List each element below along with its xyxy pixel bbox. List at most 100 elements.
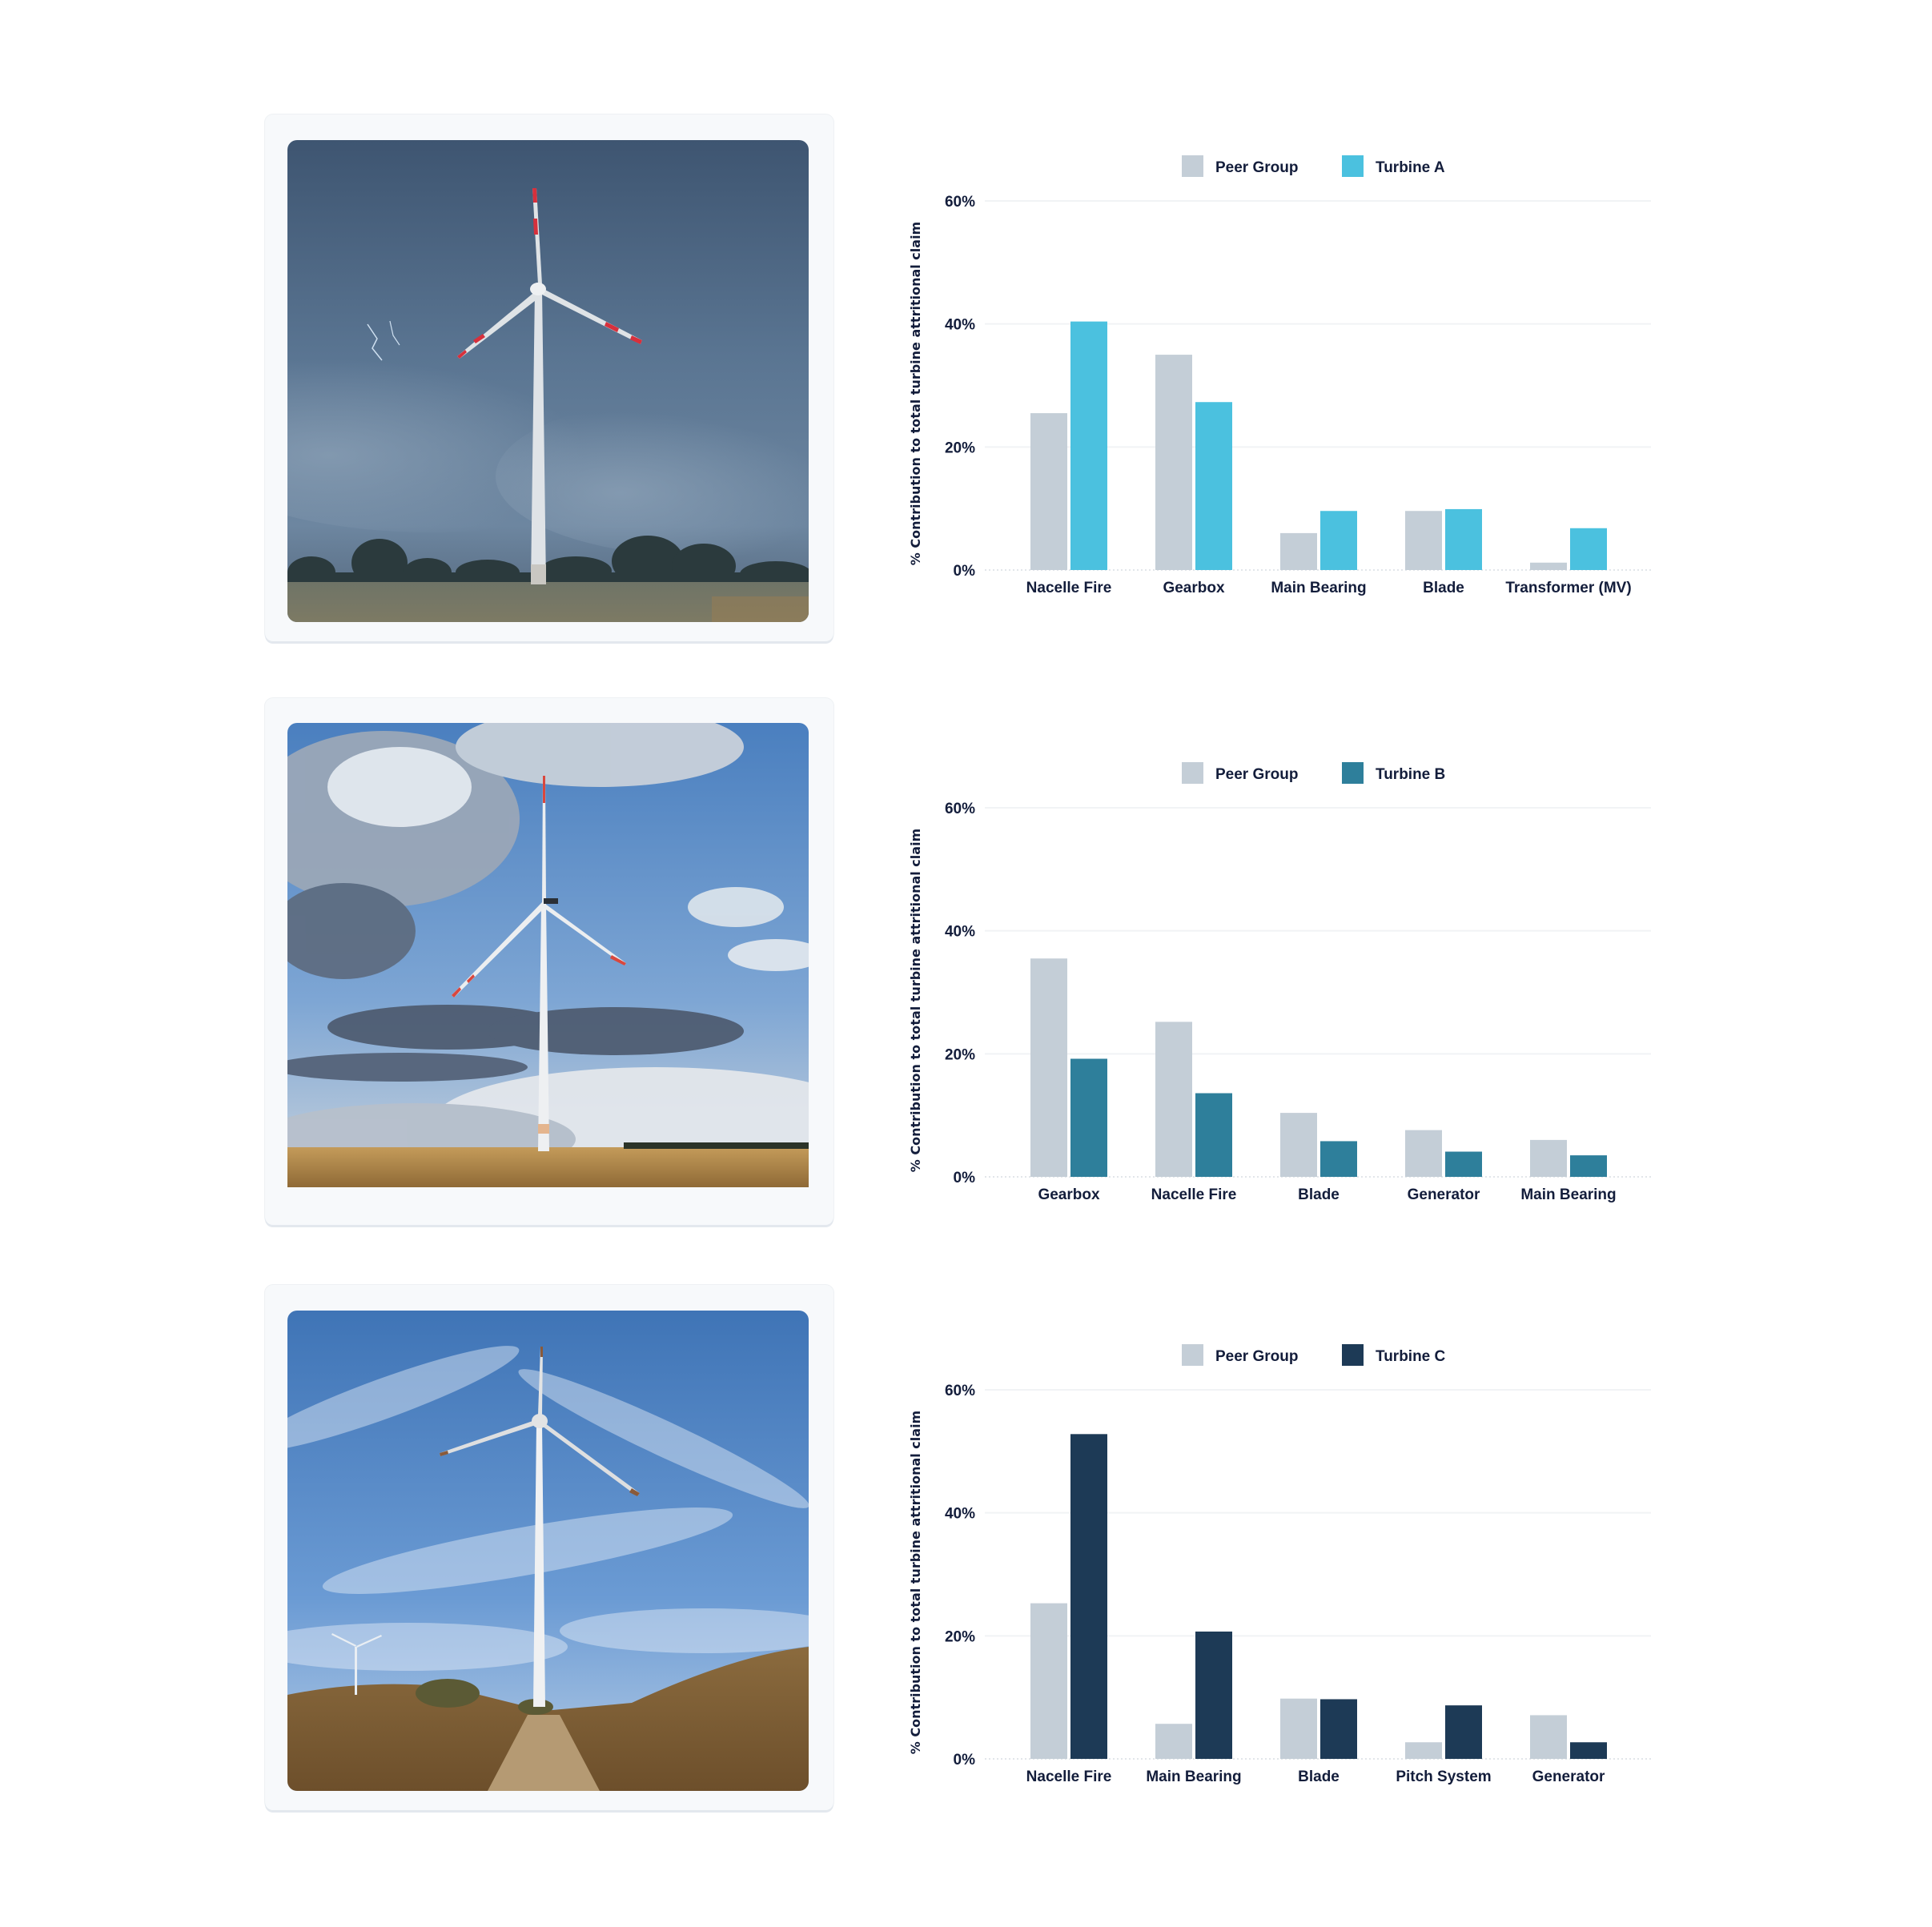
legend-swatch bbox=[1342, 762, 1364, 784]
y-tick-label: 20% bbox=[945, 1628, 975, 1645]
bar-peer-group bbox=[1530, 1715, 1567, 1759]
y-axis-title: % Contribution to total turbine attritio… bbox=[908, 829, 923, 1172]
legend-item: Peer Group bbox=[1182, 762, 1298, 784]
bar-peer-group bbox=[1530, 1139, 1567, 1177]
y-tick-label: 0% bbox=[954, 1170, 976, 1186]
bar-group bbox=[1155, 355, 1232, 570]
turbine-c-photo bbox=[287, 1311, 809, 1791]
legend: Peer Group Turbine A bbox=[1182, 155, 1445, 177]
bar-turbine-b bbox=[1570, 1155, 1607, 1177]
bar-turbine-a bbox=[1320, 511, 1357, 570]
legend-label: Turbine A bbox=[1376, 159, 1445, 176]
bar-chart-turbine-c: Peer Group Turbine C % Contribution to tot… bbox=[905, 1309, 1705, 1805]
bar-group bbox=[1405, 1130, 1482, 1177]
bar-chart-turbine-b: Peer Group Turbine B % Contribution to tot… bbox=[905, 727, 1705, 1223]
bar-turbine-a bbox=[1070, 321, 1107, 570]
x-tick-label: Gearbox bbox=[1038, 1186, 1100, 1203]
bar-peer-group bbox=[1280, 1698, 1317, 1759]
turbine-a-photo bbox=[287, 140, 809, 622]
legend-item: Turbine C bbox=[1342, 1344, 1446, 1366]
bar-peer-group bbox=[1530, 562, 1567, 570]
bar-turbine-b bbox=[1445, 1151, 1482, 1177]
legend-label: Peer Group bbox=[1215, 766, 1298, 783]
legend-label: Peer Group bbox=[1215, 159, 1298, 176]
y-tick-label: 60% bbox=[945, 1383, 975, 1399]
bar-turbine-b bbox=[1320, 1141, 1357, 1177]
y-tick-label: 20% bbox=[945, 440, 975, 456]
legend-swatch bbox=[1342, 155, 1364, 177]
legend-label: Turbine C bbox=[1376, 1348, 1446, 1365]
x-tick-label: Main Bearing bbox=[1146, 1768, 1241, 1785]
bar-group bbox=[1405, 508, 1482, 570]
bar-peer-group bbox=[1405, 511, 1442, 570]
y-tick-label: 0% bbox=[954, 1752, 976, 1768]
bar-turbine-c bbox=[1195, 1631, 1232, 1759]
bar-group bbox=[1530, 528, 1607, 570]
bar-group bbox=[1280, 1113, 1357, 1177]
y-tick-label: 40% bbox=[945, 317, 975, 334]
bar-turbine-c bbox=[1445, 1705, 1482, 1759]
chart-svg: Peer Group Turbine C % Contribution to tot… bbox=[908, 1344, 1651, 1785]
photo-card-turbine-a bbox=[265, 114, 833, 641]
x-tick-label: Generator bbox=[1532, 1768, 1605, 1785]
x-tick-label: Gearbox bbox=[1163, 580, 1225, 596]
legend-label: Turbine B bbox=[1376, 766, 1445, 783]
x-tick-label: Blade bbox=[1298, 1768, 1340, 1785]
legend-swatch bbox=[1182, 1344, 1203, 1366]
x-tick-label: Pitch System bbox=[1396, 1768, 1491, 1785]
bar-peer-group bbox=[1405, 1742, 1442, 1759]
x-tick-label: Nacelle Fire bbox=[1026, 580, 1112, 596]
legend: Peer Group Turbine C bbox=[1182, 1344, 1446, 1366]
bar-turbine-b bbox=[1070, 1058, 1107, 1177]
bar-turbine-b bbox=[1195, 1093, 1232, 1177]
y-tick-label: 40% bbox=[945, 1506, 975, 1523]
bar-peer-group bbox=[1030, 1603, 1067, 1759]
bar-group bbox=[1280, 511, 1357, 570]
turbine-b-photo bbox=[287, 723, 809, 1187]
bar-group bbox=[1030, 321, 1107, 570]
y-axis-title: % Contribution to total turbine attritio… bbox=[908, 1411, 923, 1754]
x-tick-label: Generator bbox=[1408, 1186, 1480, 1203]
legend-item: Peer Group bbox=[1182, 155, 1298, 177]
x-tick-label: Main Bearing bbox=[1271, 580, 1366, 596]
legend-swatch bbox=[1182, 155, 1203, 177]
bar-group bbox=[1280, 1698, 1357, 1759]
bar-peer-group bbox=[1030, 413, 1067, 570]
bar-group bbox=[1030, 958, 1107, 1177]
bar-peer-group bbox=[1155, 1022, 1192, 1177]
x-tick-label: Transformer (MV) bbox=[1505, 580, 1631, 596]
legend-swatch bbox=[1182, 762, 1203, 784]
photo-card-turbine-c bbox=[265, 1285, 833, 1810]
legend-item: Peer Group bbox=[1182, 1344, 1298, 1366]
bar-group bbox=[1530, 1715, 1607, 1759]
chart-svg: Peer Group Turbine B % Contribution to tot… bbox=[908, 762, 1651, 1203]
legend-label: Peer Group bbox=[1215, 1348, 1298, 1365]
bar-peer-group bbox=[1280, 532, 1317, 570]
bar-peer-group bbox=[1155, 1724, 1192, 1759]
y-axis-title: % Contribution to total turbine attritio… bbox=[908, 222, 923, 565]
bar-group bbox=[1030, 1434, 1107, 1759]
x-tick-label: Main Bearing bbox=[1520, 1186, 1616, 1203]
bar-turbine-a bbox=[1570, 528, 1607, 570]
photo-card-turbine-b bbox=[265, 698, 833, 1225]
y-tick-label: 40% bbox=[945, 924, 975, 941]
bar-group bbox=[1405, 1705, 1482, 1759]
treeline bbox=[624, 1142, 809, 1149]
y-tick-label: 0% bbox=[954, 563, 976, 580]
x-tick-label: Nacelle Fire bbox=[1151, 1186, 1237, 1203]
bar-group bbox=[1530, 1139, 1607, 1177]
bar-turbine-a bbox=[1195, 402, 1232, 570]
bar-turbine-c bbox=[1570, 1742, 1607, 1759]
bar-peer-group bbox=[1030, 958, 1067, 1177]
legend-swatch bbox=[1342, 1344, 1364, 1366]
legend-item: Turbine A bbox=[1342, 155, 1445, 177]
legend-item: Turbine B bbox=[1342, 762, 1445, 784]
bar-turbine-c bbox=[1320, 1699, 1357, 1759]
bar-turbine-c bbox=[1070, 1434, 1107, 1759]
bar-chart-turbine-a: Peer Group Turbine A % Contribution to tot… bbox=[905, 120, 1705, 616]
bar-peer-group bbox=[1155, 355, 1192, 570]
y-tick-label: 20% bbox=[945, 1046, 975, 1063]
y-tick-label: 60% bbox=[945, 801, 975, 817]
bar-group bbox=[1155, 1631, 1232, 1759]
bar-turbine-a bbox=[1445, 508, 1482, 570]
